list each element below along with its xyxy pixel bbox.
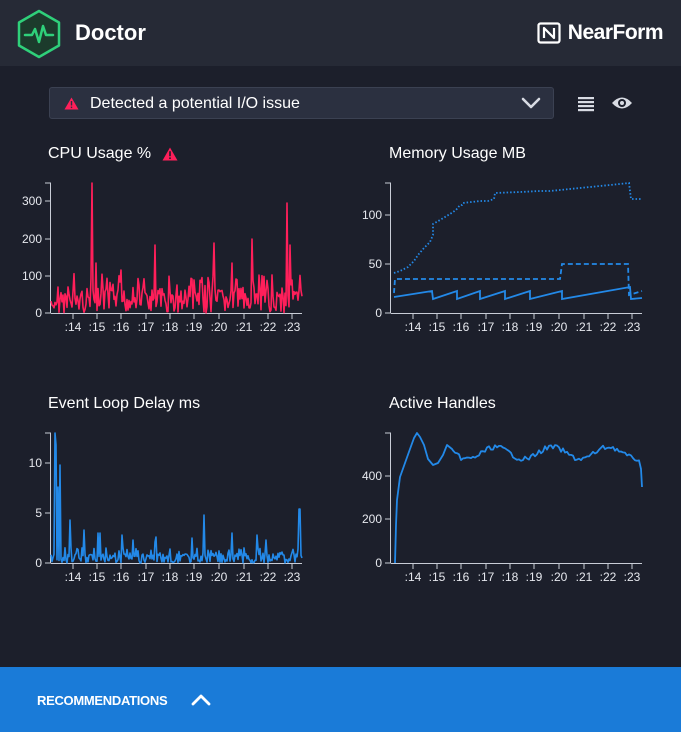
cpu-x-tick-label: :21 bbox=[236, 320, 253, 334]
handles-x-tick-label: :17 bbox=[478, 570, 495, 584]
recommendations-panel-toggle[interactable]: RECOMMENDATIONS bbox=[0, 667, 681, 732]
cpu-x-tick-label: :17 bbox=[138, 320, 155, 334]
memory-usage-chart[interactable]: 100 50 0 :14 :15 :16 :17 :18 :19 :20 :21 :22 :23 bbox=[340, 175, 660, 345]
issue-alert-dropdown[interactable]: Detected a potential I/O issue bbox=[49, 87, 554, 119]
cpu-x-tick-label: :19 bbox=[186, 320, 203, 334]
cpu-x-tick-label: :16 bbox=[113, 320, 130, 334]
handles-x-tick-label: :19 bbox=[526, 570, 543, 584]
brand-name: NearForm bbox=[567, 21, 664, 44]
cpu-x-tick-label: :23 bbox=[284, 320, 301, 334]
eventloop-x-tick-label: :15 bbox=[89, 570, 106, 584]
cpu-x-tick-label: :15 bbox=[89, 320, 106, 334]
handles-x-tick-label: :14 bbox=[405, 570, 422, 584]
cpu-usage-line bbox=[50, 182, 303, 314]
nearform-n-icon bbox=[537, 22, 561, 44]
memory-x-tick-label: :19 bbox=[526, 320, 543, 334]
memory-heap-used-line bbox=[393, 285, 643, 301]
memory-total-line bbox=[393, 182, 642, 274]
eye-icon[interactable] bbox=[611, 95, 633, 111]
eventloop-y-tick-label: 10 bbox=[29, 456, 43, 470]
eventloop-x-tick-label: :23 bbox=[284, 570, 301, 584]
handles-x-tick-label: :15 bbox=[429, 570, 446, 584]
memory-x-tick-label: :21 bbox=[576, 320, 593, 334]
memory-y-tick-label: 50 bbox=[369, 257, 383, 271]
handles-y-tick-label: 200 bbox=[362, 512, 382, 526]
eventloop-x-tick-label: :19 bbox=[186, 570, 203, 584]
cpu-usage-chart[interactable]: 300 200 100 0 :14 :15 :16 :17 :18 :19 :20 :21 :22 :23 bbox=[0, 175, 320, 345]
handles-y-tick-label: 0 bbox=[375, 556, 382, 570]
eventloop-y-tick-label: 5 bbox=[35, 506, 42, 520]
app-header: Doctor NearForm bbox=[0, 0, 681, 66]
memory-x-tick-label: :20 bbox=[551, 320, 568, 334]
eventloop-x-tick-label: :17 bbox=[138, 570, 155, 584]
handles-x-tick-label: :20 bbox=[551, 570, 568, 584]
eventloop-x-tick-label: :14 bbox=[65, 570, 82, 584]
cpu-y-tick-label: 100 bbox=[22, 269, 42, 283]
cpu-y-tick-label: 300 bbox=[22, 194, 42, 208]
memory-x-tick-label: :15 bbox=[429, 320, 446, 334]
warning-triangle-icon bbox=[64, 97, 79, 110]
chevron-down-icon[interactable] bbox=[521, 97, 541, 110]
handles-x-tick-label: :16 bbox=[453, 570, 470, 584]
eventloop-x-tick-label: :18 bbox=[162, 570, 179, 584]
memory-chart-title: Memory Usage MB bbox=[389, 145, 526, 162]
brand-logo[interactable]: NearForm bbox=[537, 21, 664, 45]
cpu-chart-title: CPU Usage % bbox=[48, 145, 152, 162]
handles-x-tick-label: :23 bbox=[624, 570, 641, 584]
handles-x-tick-label: :21 bbox=[576, 570, 593, 584]
event-loop-delay-line bbox=[50, 432, 303, 564]
alert-text: Detected a potential I/O issue bbox=[90, 95, 300, 112]
cpu-warning-icon[interactable] bbox=[162, 147, 178, 161]
memory-y-tick-label: 100 bbox=[362, 208, 382, 222]
handles-chart-title: Active Handles bbox=[389, 395, 496, 412]
active-handles-chart[interactable]: 400 200 0 :14 :15 :16 :17 :18 :19 :20 :21 :22 :23 bbox=[340, 425, 660, 595]
app-title: Doctor bbox=[75, 20, 146, 45]
eventloop-chart-title: Event Loop Delay ms bbox=[48, 395, 201, 412]
heartbeat-hexagon-icon bbox=[17, 9, 61, 59]
handles-y-tick-label: 400 bbox=[362, 469, 382, 483]
memory-y-tick-label: 0 bbox=[375, 306, 382, 320]
memory-x-tick-label: :17 bbox=[478, 320, 495, 334]
eventloop-x-tick-label: :22 bbox=[260, 570, 277, 584]
eventloop-x-tick-label: :16 bbox=[113, 570, 130, 584]
handles-x-tick-label: :22 bbox=[600, 570, 617, 584]
recommendations-label: RECOMMENDATIONS bbox=[37, 693, 168, 708]
cpu-y-tick-label: 0 bbox=[35, 306, 42, 320]
memory-x-tick-label: :22 bbox=[600, 320, 617, 334]
event-loop-delay-chart[interactable]: 10 5 0 :14 :15 :16 :17 :18 :19 :20 :21 :22 :23 bbox=[0, 425, 320, 595]
memory-x-tick-label: :14 bbox=[405, 320, 422, 334]
cpu-x-tick-label: :22 bbox=[260, 320, 277, 334]
cpu-x-tick-label: :20 bbox=[211, 320, 228, 334]
memory-x-tick-label: :23 bbox=[624, 320, 641, 334]
handles-x-tick-label: :18 bbox=[502, 570, 519, 584]
cpu-x-tick-label: :18 bbox=[162, 320, 179, 334]
chevron-up-icon[interactable] bbox=[191, 693, 211, 706]
memory-x-tick-label: :18 bbox=[502, 320, 519, 334]
list-view-icon[interactable] bbox=[577, 95, 595, 113]
memory-x-tick-label: :16 bbox=[453, 320, 470, 334]
eventloop-x-tick-label: :20 bbox=[211, 570, 228, 584]
cpu-y-tick-label: 200 bbox=[22, 232, 42, 246]
eventloop-x-tick-label: :21 bbox=[236, 570, 253, 584]
active-handles-line bbox=[394, 432, 643, 564]
cpu-x-tick-label: :14 bbox=[65, 320, 82, 334]
eventloop-y-tick-label: 0 bbox=[35, 556, 42, 570]
